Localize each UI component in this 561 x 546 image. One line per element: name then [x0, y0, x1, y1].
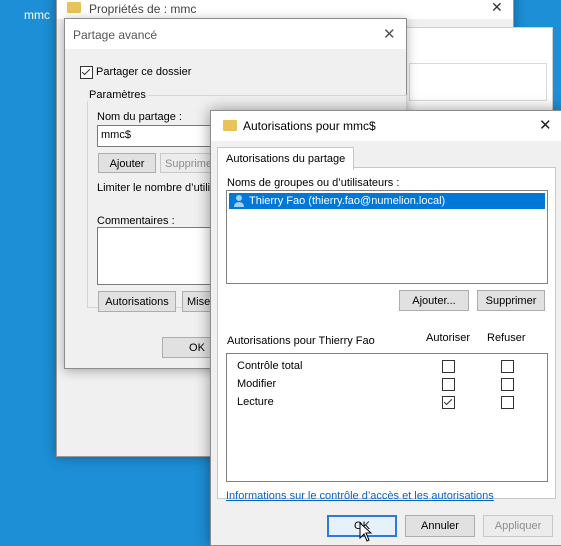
- permissions-for-label: Autorisations pour Thierry Fao: [227, 335, 375, 347]
- permissions-button[interactable]: Autorisations: [98, 291, 176, 312]
- deny-read-checkbox[interactable]: [501, 396, 514, 409]
- settings-legend: Paramètres: [87, 89, 148, 101]
- user-icon: [234, 195, 244, 207]
- properties-groupbox: [409, 63, 547, 101]
- advanced-sharing-title: Partage avancé: [73, 28, 158, 42]
- properties-close-icon[interactable]: ✕: [491, 0, 503, 16]
- perm-name-read: Lecture: [237, 396, 274, 408]
- advanced-sharing-close-icon[interactable]: ✕: [383, 25, 396, 43]
- deny-full-control-checkbox[interactable]: [501, 360, 514, 373]
- desktop-icon-label[interactable]: mmc: [24, 8, 50, 22]
- deny-header: Refuser: [487, 332, 526, 344]
- limit-users-label: Limiter le nombre d’utilisa: [97, 182, 212, 194]
- folder-icon: [67, 2, 81, 13]
- access-control-info-link[interactable]: Informations sur le contrôle d’accès et …: [226, 490, 494, 502]
- perm-name-full-control: Contrôle total: [237, 360, 303, 372]
- groups-label: Noms de groupes ou d’utilisateurs :: [227, 177, 400, 189]
- allow-header: Autoriser: [426, 332, 471, 344]
- share-folder-label: Partager ce dossier: [96, 66, 192, 78]
- user-name: Thierry Fao (thierry.fao@numelion.local): [249, 195, 446, 207]
- permissions-close-icon[interactable]: ✕: [539, 116, 552, 134]
- perm-cancel-button[interactable]: Annuler: [405, 515, 475, 537]
- deny-modify-checkbox[interactable]: [501, 378, 514, 391]
- users-listbox[interactable]: Thierry Fao (thierry.fao@numelion.local): [226, 190, 548, 284]
- share-name-label: Nom du partage :: [97, 111, 182, 123]
- folder-icon: [223, 120, 237, 131]
- share-add-button[interactable]: Ajouter: [98, 153, 156, 173]
- perm-add-button[interactable]: Ajouter...: [399, 290, 469, 311]
- list-item[interactable]: Thierry Fao (thierry.fao@numelion.local): [229, 193, 545, 209]
- allow-full-control-checkbox[interactable]: [442, 360, 455, 373]
- mouse-cursor-icon: [359, 522, 373, 542]
- allow-read-checkbox[interactable]: [442, 396, 455, 409]
- perm-name-modify: Modifier: [237, 378, 277, 390]
- tab-share-permissions[interactable]: Autorisations du partage: [217, 147, 355, 170]
- share-folder-checkbox[interactable]: [80, 66, 93, 79]
- permissions-dialog: Autorisations pour mmc$ ✕ Autorisations …: [210, 110, 561, 546]
- permissions-title: Autorisations pour mmc$: [243, 119, 376, 133]
- perm-remove-button[interactable]: Supprimer: [477, 290, 545, 311]
- share-name-value: mmc$: [101, 129, 131, 141]
- allow-modify-checkbox[interactable]: [442, 378, 455, 391]
- permissions-listbox: Contrôle total Modifier Lecture: [226, 353, 548, 482]
- properties-title: Propriétés de : mmc: [89, 2, 197, 16]
- comments-label: Commentaires :: [97, 215, 175, 227]
- perm-apply-button[interactable]: Appliquer: [483, 515, 553, 537]
